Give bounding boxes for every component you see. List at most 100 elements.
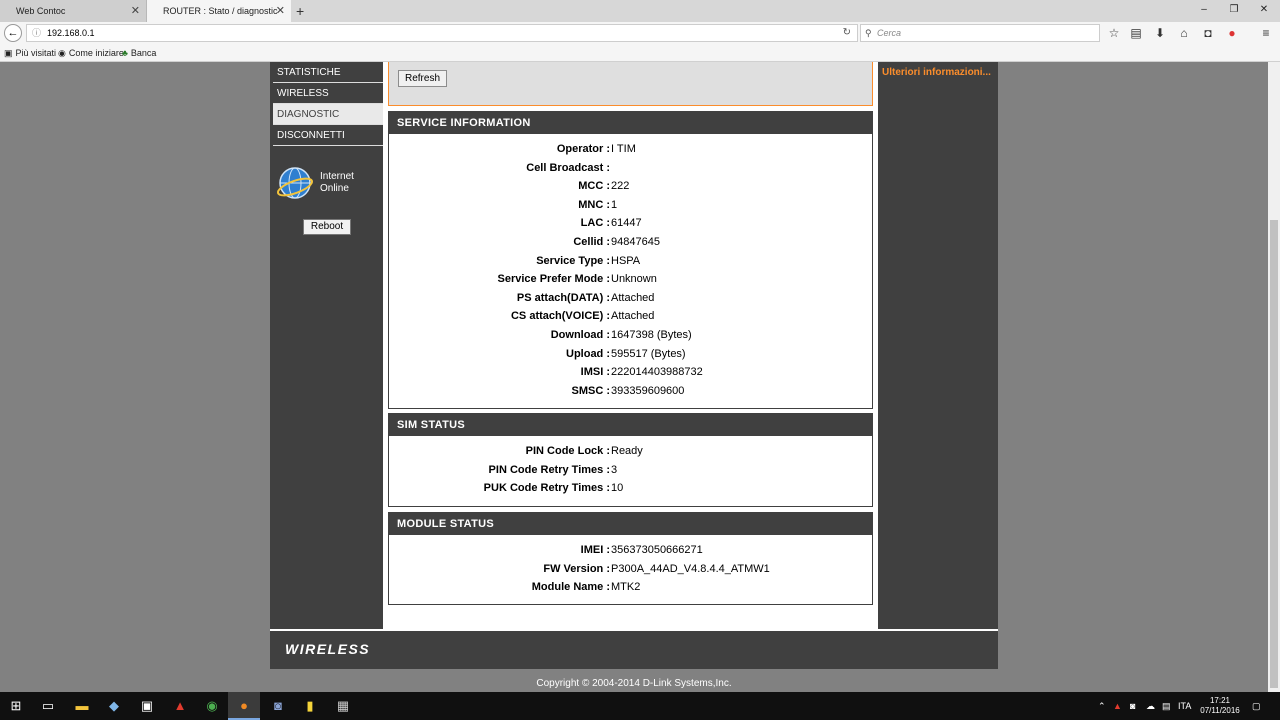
search-input[interactable]: ⚲ Cerca: [860, 24, 1100, 42]
scrollbar-thumb[interactable]: [1270, 220, 1278, 688]
row-label: Cellid :: [573, 236, 610, 248]
refresh-button[interactable]: Refresh: [398, 70, 447, 87]
row-label: LAC :: [580, 217, 610, 230]
acrobat-icon[interactable]: ▲: [170, 696, 190, 716]
firefox-icon: ●: [240, 698, 248, 713]
row-value: MTK2: [611, 581, 641, 594]
row-value: P300A_44AD_V4.8.4.4_ATMW1: [611, 562, 770, 575]
section-title: MODULE STATUS: [389, 513, 872, 535]
window-close-icon[interactable]: ✕: [1254, 0, 1274, 20]
more-info-link[interactable]: Ulteriori informazioni...: [882, 67, 991, 78]
bookmark-star-icon[interactable]: ☆: [1106, 25, 1122, 41]
taskbar: ⊞ ▭ ▬ ◆ ▣ ▲ ◉ ● ◙ ▮ ▦ ⌃ ▲ ◙ ☁ ▤ ITA 17:2…: [0, 692, 1280, 720]
home-icon[interactable]: ⌂: [1176, 25, 1192, 41]
folder-icon: ▣: [4, 48, 13, 58]
sidebar-item-diagnostic[interactable]: DIAGNOSTIC: [273, 104, 383, 125]
info-row: Service Prefer Mode : Unknown: [389, 270, 874, 288]
windows-start-icon[interactable]: ⊞: [6, 696, 26, 716]
new-tab-icon[interactable]: +: [296, 0, 304, 22]
firefox-icon: ◉: [58, 48, 66, 58]
router-page: STATISTICHE WIRELESS DIAGNOSTIC DISCONNE…: [0, 62, 1268, 692]
reload-icon[interactable]: ↻: [843, 25, 851, 41]
app-icon[interactable]: ◆: [104, 696, 124, 716]
bookmark-banca[interactable]: ♣ Banca: [122, 44, 156, 62]
info-row: Module Name : MTK2: [389, 578, 874, 596]
info-row: Service Type : HSPA: [389, 252, 874, 270]
info-row: IMSI :222014403988732: [389, 363, 874, 381]
minimize-icon[interactable]: –: [1194, 0, 1214, 20]
app-icon[interactable]: ▦: [333, 696, 353, 716]
row-value: 595517 (Bytes): [611, 347, 686, 360]
refresh-box: Refresh: [388, 62, 873, 106]
language-indicator[interactable]: ITA: [1178, 692, 1191, 720]
task-view-icon[interactable]: ▭: [38, 696, 58, 716]
search-icon: ⚲: [865, 28, 872, 38]
row-label: Module Name :: [531, 581, 610, 594]
reading-list-icon[interactable]: ▤: [1128, 25, 1144, 41]
info-row: CS attach(VOICE) : Attached: [389, 307, 874, 325]
bookmark-most-visited[interactable]: ▣ Più visitati: [4, 44, 56, 62]
info-row: MNC :1: [389, 196, 874, 214]
row-label: FW Version :: [543, 562, 610, 575]
row-label: PIN Code Lock :: [525, 445, 610, 457]
tray-app-icon[interactable]: ◙: [1130, 692, 1135, 720]
row-label: IMEI :: [580, 544, 610, 556]
row-value: 222014403988732: [611, 366, 703, 379]
info-row: FW Version : P300A_44AD_V4.8.4.4_ATMW1: [389, 560, 874, 578]
clock-date: 07/11/2016: [1200, 706, 1240, 715]
info-row: Cell Broadcast :: [389, 159, 874, 177]
row-label: SMSC :: [571, 384, 611, 397]
row-value: 10: [611, 482, 624, 495]
bookmark-getting-started[interactable]: ◉ Come iniziare: [58, 44, 124, 62]
row-value: Unknown: [611, 273, 657, 286]
menu-icon[interactable]: ≡: [1258, 25, 1274, 41]
navigation-bar: ← ⓘ 192.168.0.1 ↻ ⚲ Cerca ☆ ▤ ⬇ ⌂ ◘ ● ≡: [0, 22, 1280, 44]
notes-icon[interactable]: ▮: [300, 696, 320, 716]
right-panel: Ulteriori informazioni...: [878, 62, 998, 629]
section-title: SERVICE INFORMATION: [389, 112, 872, 134]
module-status-section: MODULE STATUS IMEI :356373050666271 FW Ve…: [388, 512, 873, 605]
close-icon[interactable]: ✕: [131, 0, 140, 22]
adblock-icon[interactable]: ●: [1224, 25, 1240, 41]
notification-icon[interactable]: ▢: [1252, 692, 1261, 720]
browser-tab-bar: Web Contoc ✕ ROUTER : Stato / diagnostic…: [0, 0, 1280, 22]
row-value: HSPA: [611, 254, 641, 267]
close-icon[interactable]: ✕: [276, 0, 285, 22]
download-icon[interactable]: ⬇: [1152, 25, 1168, 41]
row-label: Service Type :: [536, 254, 610, 267]
row-value: 94847645: [611, 236, 660, 248]
restore-icon[interactable]: ❐: [1224, 0, 1244, 20]
back-arrow-icon[interactable]: ←: [4, 24, 22, 42]
row-label: Operator :: [556, 143, 610, 155]
row-label: Download :: [550, 329, 610, 341]
bank-icon: ♣: [122, 48, 128, 58]
page-scrollbar[interactable]: [1268, 62, 1280, 692]
sidebar-item-wireless[interactable]: WIRELESS: [273, 83, 383, 104]
tab-web-contoc[interactable]: Web Contoc ✕: [0, 0, 147, 22]
clock[interactable]: 17:21 07/11/2016: [1196, 696, 1244, 716]
row-value: 61447: [611, 217, 642, 230]
tray-app-icon[interactable]: ▲: [1113, 692, 1122, 720]
row-label: PS attach(DATA) :: [516, 291, 610, 304]
info-icon[interactable]: ⓘ: [32, 25, 41, 41]
pocket-icon[interactable]: ◘: [1200, 25, 1216, 41]
terminal-icon[interactable]: ▣: [137, 696, 157, 716]
clock-time: 17:21: [1209, 696, 1231, 705]
tab-router-diagnostic[interactable]: ROUTER : Stato / diagnostic ✕: [147, 0, 291, 22]
sidebar-item-statistiche[interactable]: STATISTICHE: [273, 62, 383, 83]
tray-app-icon[interactable]: ☁: [1146, 692, 1155, 720]
row-label: Upload :: [566, 347, 610, 360]
reboot-button[interactable]: Reboot: [303, 219, 351, 235]
info-row: LAC :61447: [389, 214, 874, 232]
network-icon[interactable]: ▤: [1162, 692, 1171, 720]
firefox-taskbar-button[interactable]: ●: [228, 692, 260, 720]
file-explorer-icon[interactable]: ▬: [72, 696, 92, 716]
info-row: Cellid :94847645: [389, 233, 874, 251]
sidebar-item-disconnetti[interactable]: DISCONNETTI: [273, 125, 383, 146]
app-icon[interactable]: ◙: [268, 696, 288, 716]
internet-status: Internet Online: [320, 171, 354, 194]
tray-expand-icon[interactable]: ⌃: [1098, 692, 1106, 720]
row-value: Attached: [611, 310, 655, 323]
chrome-icon[interactable]: ◉: [202, 696, 222, 716]
url-bar[interactable]: ⓘ 192.168.0.1 ↻: [26, 24, 858, 42]
